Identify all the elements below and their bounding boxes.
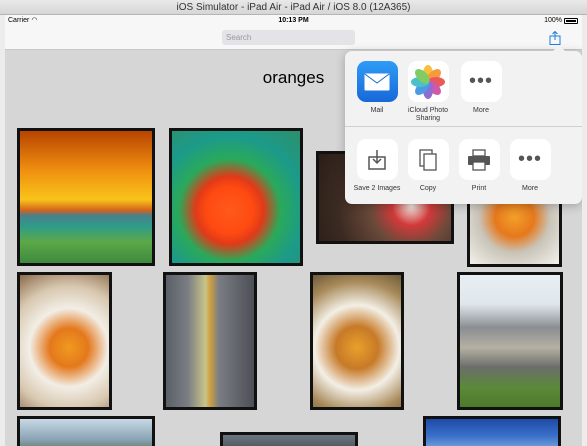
share-sheet-popover: Mail iCloud Photo Sharing ••• More Save … bbox=[345, 45, 582, 204]
print-icon bbox=[458, 139, 500, 180]
icloud-photo-sharing-label: iCloud Photo Sharing bbox=[407, 107, 449, 122]
action-copy[interactable]: Copy bbox=[402, 139, 454, 193]
nav-bar: Search bbox=[5, 26, 582, 50]
share-icon[interactable] bbox=[549, 31, 561, 45]
share-icloud-photo-sharing[interactable]: iCloud Photo Sharing bbox=[402, 61, 454, 123]
save-images-icon bbox=[356, 139, 398, 180]
action-print[interactable]: Print bbox=[453, 139, 505, 193]
search-field[interactable]: Search bbox=[222, 30, 355, 45]
share-mail[interactable]: Mail bbox=[351, 61, 403, 115]
share-more-label: More bbox=[473, 107, 489, 114]
photo-groom-boutonniere[interactable] bbox=[163, 272, 257, 410]
copy-icon bbox=[407, 139, 449, 180]
share-sheet-divider bbox=[345, 126, 582, 127]
photo-bride-holding-bouquet[interactable] bbox=[17, 272, 112, 410]
status-time: 10:13 PM bbox=[278, 17, 309, 24]
status-bar: Carrier ◠ 10:13 PM 100% bbox=[5, 15, 582, 26]
save-images-label: Save 2 Images bbox=[353, 185, 401, 192]
photo-bride-bouquet-sunflowers[interactable] bbox=[310, 272, 404, 410]
photo-sunset-beach[interactable] bbox=[17, 128, 155, 266]
action-more-label: More bbox=[522, 185, 538, 192]
photo-dark[interactable] bbox=[220, 432, 358, 446]
action-save-images[interactable]: Save 2 Images bbox=[351, 139, 403, 193]
photo-blue-sky[interactable] bbox=[423, 416, 561, 446]
ipad-screen: Carrier ◠ 10:13 PM 100% Search oranges M… bbox=[5, 15, 582, 446]
mail-icon bbox=[356, 61, 398, 102]
mail-label: Mail bbox=[370, 107, 384, 114]
window-title: iOS Simulator - iPad Air - iPad Air / iO… bbox=[0, 0, 587, 15]
share-more[interactable]: ••• More bbox=[455, 61, 507, 115]
photo-street-houses[interactable] bbox=[457, 272, 563, 410]
battery-icon bbox=[564, 17, 578, 24]
print-label: Print bbox=[471, 185, 487, 192]
photo-orange-lily[interactable] bbox=[169, 128, 303, 266]
photo-tree-sky[interactable] bbox=[17, 416, 155, 446]
more-icon: ••• bbox=[460, 61, 502, 102]
battery-status: 100% bbox=[544, 15, 578, 26]
copy-label: Copy bbox=[419, 185, 437, 192]
photos-icon bbox=[407, 61, 449, 102]
action-more[interactable]: ••• More bbox=[504, 139, 556, 193]
more-icon: ••• bbox=[509, 139, 551, 180]
